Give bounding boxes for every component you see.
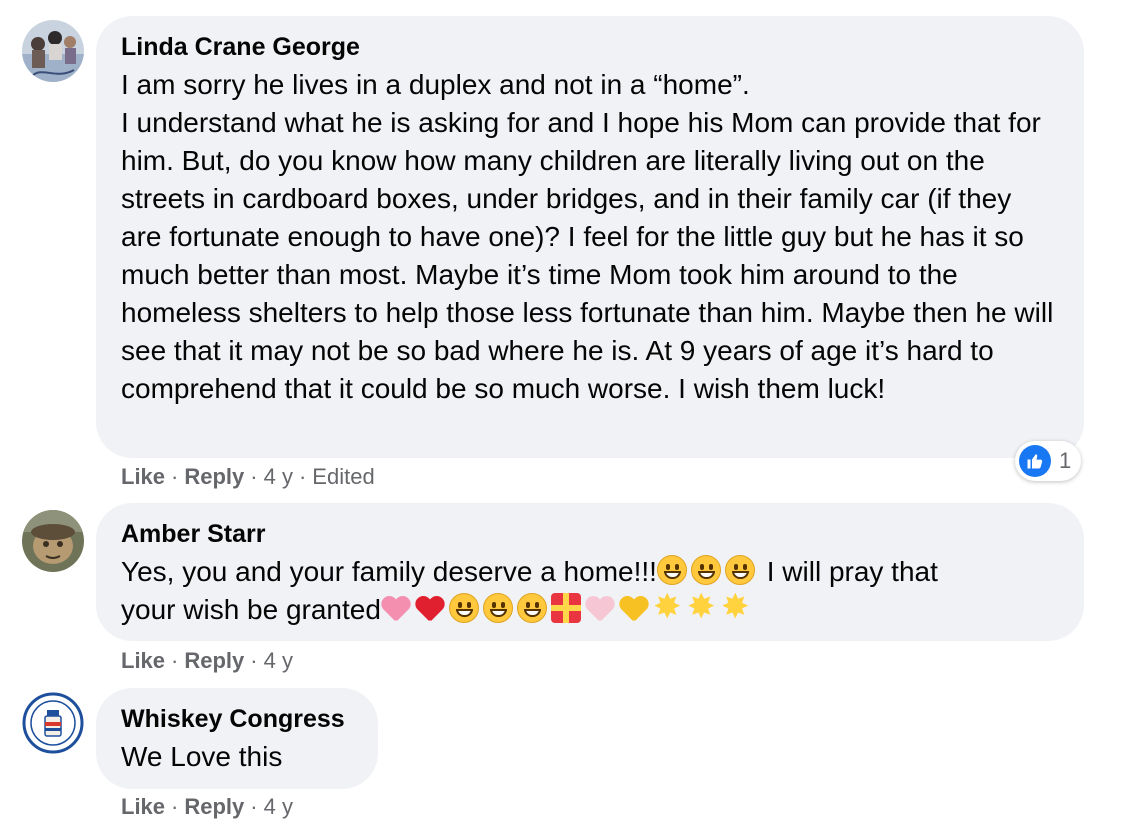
comment-author[interactable]: Linda Crane George	[121, 32, 1058, 62]
comment-text: We Love this	[121, 741, 283, 772]
like-link[interactable]: Like	[121, 464, 165, 489]
comment-text-part: Yes, you and your family deserve a home!…	[121, 556, 657, 587]
separator: ·	[250, 648, 258, 673]
growing-heart-emoji-icon	[585, 595, 615, 623]
comment-bubble: Amber Starr Yes, you and your family des…	[96, 503, 1084, 641]
avatar-image	[22, 510, 84, 572]
smiling-face-emoji-icon	[448, 593, 479, 623]
grinning-squinting-face-emoji-icon	[482, 593, 513, 623]
edited-label[interactable]: Edited	[312, 464, 374, 489]
heart-with-ribbon-emoji-icon	[550, 593, 581, 623]
reply-link[interactable]: Reply	[184, 794, 244, 819]
comment-text-part: I will pray that	[758, 556, 938, 587]
comment-text: Yes, you and your family deserve a home!…	[121, 553, 1058, 629]
separator: ·	[171, 794, 179, 819]
separator: ·	[171, 648, 179, 673]
yellow-heart-emoji-icon	[619, 595, 649, 623]
grinning-face-emoji-icon	[690, 555, 721, 585]
grinning-face-emoji-icon	[724, 555, 755, 585]
comment-actions: Like · Reply · 4 y	[121, 793, 293, 821]
reply-link[interactable]: Reply	[184, 464, 244, 489]
comment-actions: Like · Reply · 4 y · Edited	[121, 463, 375, 491]
reaction-count: 1	[1059, 448, 1072, 473]
grinning-face-emoji-icon	[516, 593, 547, 623]
separator: ·	[250, 464, 258, 489]
separator: ·	[298, 464, 307, 489]
like-link[interactable]: Like	[121, 648, 165, 673]
comment-timestamp[interactable]: 4 y	[264, 794, 293, 819]
glowing-star-emoji-icon	[687, 587, 717, 627]
comment-bubble: Whiskey Congress We Love this	[96, 688, 378, 789]
comment-text-part: your wish be granted	[121, 594, 381, 625]
separator: ·	[171, 464, 179, 489]
reaction-summary[interactable]: 1	[1015, 441, 1082, 481]
red-heart-emoji-icon	[415, 595, 445, 623]
comment-author[interactable]: Amber Starr	[121, 519, 1058, 549]
comment-bubble: Linda Crane George I am sorry he lives i…	[96, 16, 1084, 458]
comment-author[interactable]: Whiskey Congress	[121, 704, 352, 734]
comment-timestamp[interactable]: 4 y	[264, 464, 293, 489]
two-hearts-emoji-icon	[381, 595, 411, 623]
avatar[interactable]	[22, 510, 84, 572]
avatar-image	[22, 692, 84, 754]
grinning-face-emoji-icon	[656, 555, 687, 585]
comment-timestamp[interactable]: 4 y	[264, 648, 293, 673]
avatar-image	[22, 20, 84, 82]
comment-actions: Like · Reply · 4 y	[121, 647, 293, 675]
glowing-star-emoji-icon	[653, 587, 683, 627]
separator: ·	[250, 794, 258, 819]
thumbs-up-icon	[1019, 445, 1051, 477]
glowing-star-emoji-icon	[721, 587, 751, 627]
like-link[interactable]: Like	[121, 794, 165, 819]
avatar[interactable]	[22, 20, 84, 82]
reply-link[interactable]: Reply	[184, 648, 244, 673]
previous-comment-meta-fragment	[160, 0, 300, 4]
comment-text: I am sorry he lives in a duplex and not …	[121, 69, 1054, 404]
avatar[interactable]	[22, 692, 84, 754]
